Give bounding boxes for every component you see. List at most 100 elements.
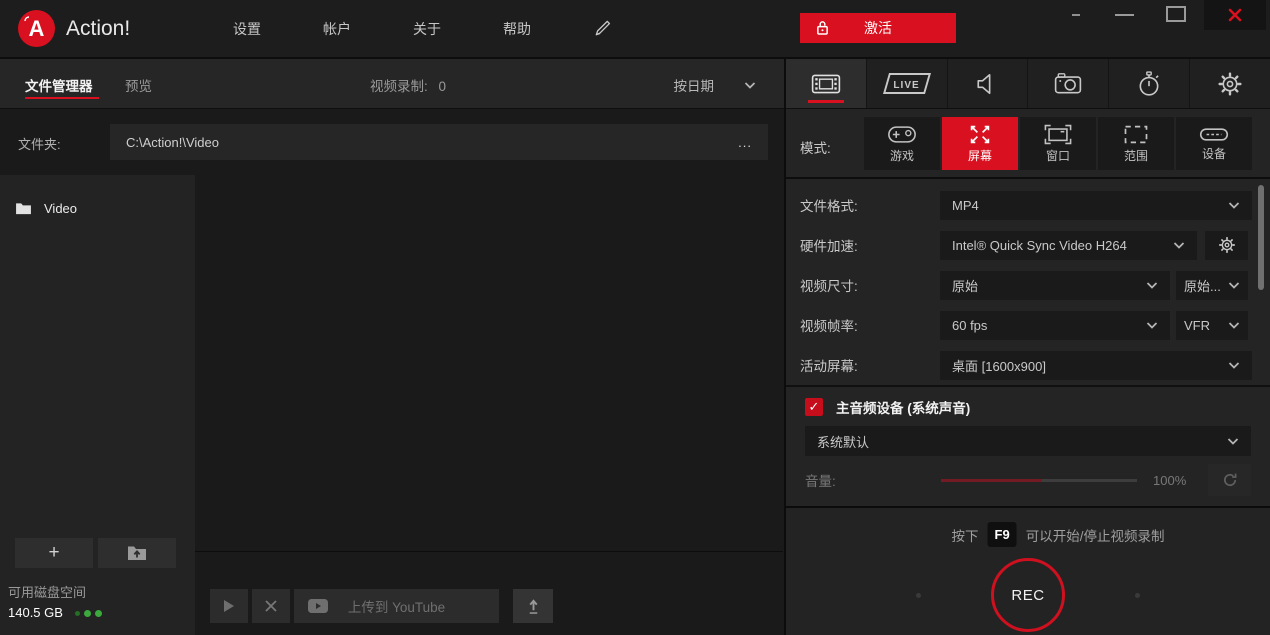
close-button[interactable] xyxy=(1204,0,1266,30)
chevron-down-icon xyxy=(1228,282,1240,289)
file-area-divider xyxy=(195,551,783,552)
volume-reset-button[interactable] xyxy=(1208,464,1251,496)
volume-row: 音量: 100% xyxy=(805,464,1251,496)
export-upload-button[interactable] xyxy=(513,589,553,623)
hw-acceleration-select[interactable]: Intel® Quick Sync Video H264 xyxy=(940,231,1197,260)
setting-row-framerate: 视频帧率: 60 fps VFR xyxy=(786,305,1270,345)
settings-scrollbar[interactable] xyxy=(1258,185,1264,290)
mode-region-button[interactable]: 范围 xyxy=(1098,117,1174,170)
recordings-count-value: 0 xyxy=(439,79,447,94)
activate-label: 激活 xyxy=(864,18,892,38)
disk-indicator-dot xyxy=(75,611,80,616)
video-size-aspect-select[interactable]: 原始... xyxy=(1176,271,1248,300)
audio-device-select[interactable]: 系统默认 xyxy=(805,426,1251,456)
capture-mode-row: 模式: 游戏 xyxy=(786,109,1270,179)
framerate-label: 视频帧率: xyxy=(800,315,940,335)
mode-window-button[interactable]: 窗口 xyxy=(1020,117,1096,170)
app-logo: A Action! xyxy=(18,10,130,47)
delete-button[interactable] xyxy=(252,589,290,623)
tab-live-streaming[interactable]: LIVE xyxy=(867,59,948,108)
mode-screen-button[interactable]: 屏幕 xyxy=(942,117,1018,170)
mode-label: 模式: xyxy=(800,137,831,157)
chevron-down-icon xyxy=(1146,282,1158,289)
rec-button-row: REC xyxy=(786,558,1270,632)
primary-audio-checkbox[interactable]: ✓ xyxy=(805,398,823,416)
setting-row-file-format: 文件格式: MP4 xyxy=(786,185,1270,225)
chevron-down-icon xyxy=(1173,242,1185,249)
tab-file-manager[interactable]: 文件管理器 xyxy=(25,75,93,95)
pen-tool-button[interactable] xyxy=(593,19,612,38)
active-screen-value: 桌面 [1600x900] xyxy=(952,356,1046,375)
upload-to-youtube-button[interactable]: 上传到 YouTube xyxy=(294,589,499,623)
video-size-select[interactable]: 原始 xyxy=(940,271,1170,300)
open-parent-folder-button[interactable] xyxy=(98,538,176,568)
tab-settings[interactable] xyxy=(1190,59,1270,108)
browse-folder-button[interactable]: ... xyxy=(738,135,752,150)
tab-audio-recording[interactable] xyxy=(948,59,1029,108)
maximize-button[interactable] xyxy=(1166,6,1186,22)
add-folder-button[interactable]: + xyxy=(15,538,93,568)
file-manager-header: 文件管理器 预览 视频录制: 0 按日期 xyxy=(0,59,784,109)
disk-space-indicator xyxy=(75,610,102,617)
tree-item-video[interactable]: Video xyxy=(0,195,195,221)
video-size-aspect-value: 原始... xyxy=(1184,276,1221,295)
menu-item-about[interactable]: 关于 xyxy=(413,19,441,39)
tab-benchmark[interactable] xyxy=(1109,59,1190,108)
mode-game-button[interactable]: 游戏 xyxy=(864,117,940,170)
rec-button[interactable]: REC xyxy=(991,558,1065,632)
recording-settings-panel: LIVE xyxy=(786,59,1270,635)
chevron-down-icon xyxy=(1228,322,1240,329)
encoder-settings-button[interactable] xyxy=(1205,231,1248,260)
feature-tabs: LIVE xyxy=(786,59,1270,109)
volume-slider[interactable] xyxy=(941,479,1137,482)
file-manager-body: Video + 可用磁盘空间 xyxy=(0,175,784,635)
disk-indicator-dot xyxy=(95,610,102,617)
active-screen-select[interactable]: 桌面 [1600x900] xyxy=(940,351,1252,380)
app-logo-icon: A xyxy=(18,10,55,47)
tab-preview[interactable]: 预览 xyxy=(125,75,152,95)
play-icon xyxy=(223,599,235,613)
framerate-select[interactable]: 60 fps xyxy=(940,311,1170,340)
action-app-window: A Action! 设置 帐户 关于 帮助 激活 xyxy=(0,0,1270,635)
sort-by-date-dropdown[interactable]: 按日期 xyxy=(674,75,757,95)
tray-minimize-button[interactable] xyxy=(1072,14,1080,16)
mode-game-label: 游戏 xyxy=(890,147,914,164)
hw-acceleration-label: 硬件加速: xyxy=(800,235,940,255)
active-tab-underline xyxy=(25,97,99,99)
recordings-count-label: 视频录制: xyxy=(370,79,428,94)
mode-screen-label: 屏幕 xyxy=(968,147,992,164)
framerate-value: 60 fps xyxy=(952,318,987,333)
window-capture-icon xyxy=(1044,124,1072,145)
setting-row-video-size: 视频尺寸: 原始 原始... xyxy=(786,265,1270,305)
gamepad-icon xyxy=(887,124,917,145)
title-bar: A Action! 设置 帐户 关于 帮助 激活 xyxy=(0,0,1270,59)
framerate-mode-select[interactable]: VFR xyxy=(1176,311,1248,340)
gear-icon xyxy=(1217,71,1243,97)
rec-side-dot xyxy=(1135,593,1140,598)
tab-video-recording[interactable] xyxy=(786,59,867,108)
file-format-value: MP4 xyxy=(952,198,979,213)
rec-side-dot xyxy=(916,593,921,598)
expand-arrows-icon xyxy=(966,124,994,145)
menu-item-account[interactable]: 帐户 xyxy=(323,19,351,39)
file-format-select[interactable]: MP4 xyxy=(940,191,1252,220)
mode-buttons: 游戏 屏幕 xyxy=(864,117,1252,170)
menu-item-settings[interactable]: 设置 xyxy=(233,19,261,39)
folder-tree-sidebar: Video + 可用磁盘空间 xyxy=(0,175,195,635)
menu-item-help[interactable]: 帮助 xyxy=(503,19,531,39)
folder-path-field[interactable]: C:\Action!\Video ... xyxy=(110,124,768,160)
mode-device-button[interactable]: 设备 xyxy=(1176,117,1252,170)
disk-space-label: 可用磁盘空间 xyxy=(8,583,102,603)
primary-audio-label: 主音频设备 (系统声音) xyxy=(836,397,970,417)
volume-label: 音量: xyxy=(805,470,941,490)
folder-icon xyxy=(15,202,32,215)
folder-label: 文件夹: xyxy=(18,134,61,153)
camera-icon xyxy=(1054,72,1082,95)
minimize-button[interactable] xyxy=(1115,14,1134,16)
chevron-down-icon xyxy=(1228,362,1240,369)
speaker-icon xyxy=(975,72,1001,96)
tab-screenshot[interactable] xyxy=(1028,59,1109,108)
live-label: LIVE xyxy=(893,80,919,91)
play-button[interactable] xyxy=(210,589,248,623)
setting-row-active-screen: 活动屏幕: 桌面 [1600x900] xyxy=(786,345,1270,385)
